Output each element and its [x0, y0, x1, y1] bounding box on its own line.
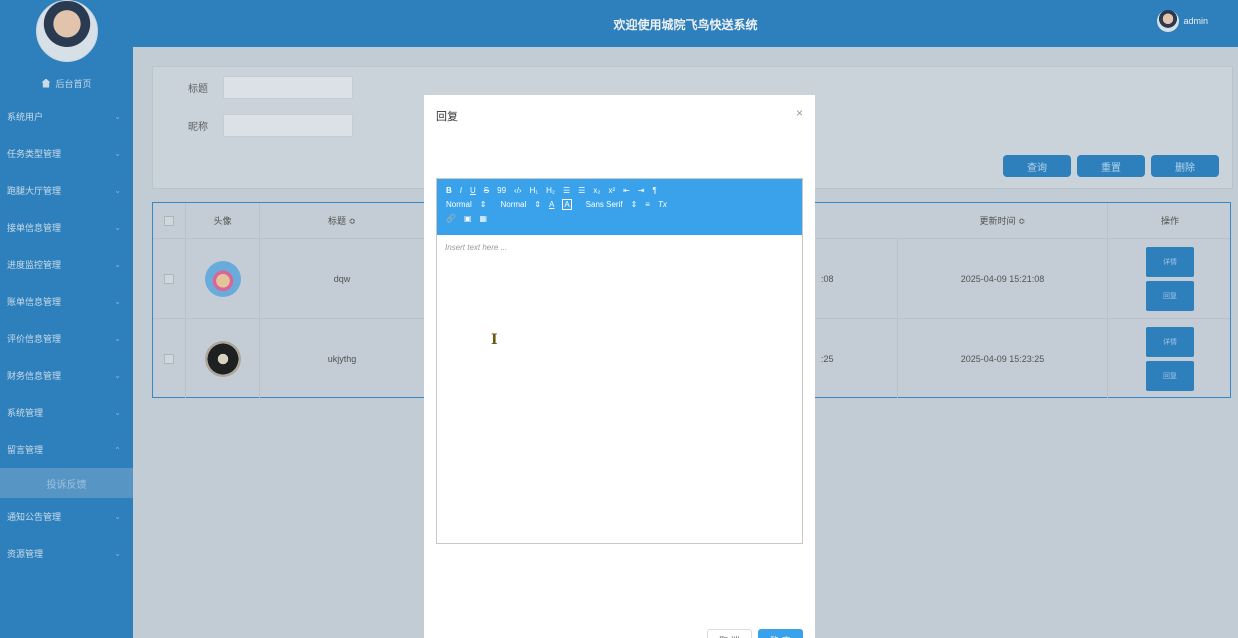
italic-icon[interactable]: I	[460, 186, 462, 195]
outdent-icon[interactable]: ⇤	[623, 186, 630, 195]
chevron-updown-icon: ⇕	[630, 199, 638, 209]
editor-placeholder: Insert text here ...	[445, 243, 508, 252]
blockquote-icon[interactable]: 99	[497, 186, 506, 195]
code-icon[interactable]: ‹/›	[514, 186, 522, 195]
align-icon[interactable]: ≡	[645, 200, 650, 209]
bullet-list-icon[interactable]: ☰	[578, 186, 585, 195]
text-color-icon[interactable]: A	[549, 200, 554, 209]
dialog-title: 回复	[436, 111, 458, 123]
link-icon[interactable]: 🔗	[446, 214, 456, 223]
chevron-updown-icon: ⇕	[534, 199, 541, 209]
close-icon[interactable]: ×	[796, 106, 803, 120]
clear-format-icon[interactable]: Tx	[658, 200, 667, 209]
toolbar-row-3: 🔗 ▣ ▦	[446, 211, 793, 225]
subscript-icon[interactable]: x₂	[593, 186, 600, 195]
toolbar-row-2: Normal ⇕ Normal ⇕ A A Sans Serif ⇕ ≡ Tx	[446, 197, 793, 211]
chevron-updown-icon: ⇕	[479, 199, 487, 209]
editor-toolbar: B I U S 99 ‹/› H₁ H₂ ☰ ☰ x₂ x² ⇤ ⇥ ¶ Nor…	[437, 179, 802, 235]
text-cursor-icon: I	[491, 332, 498, 348]
reply-dialog: 回复 × B I U S 99 ‹/› H₁ H₂ ☰ ☰ x₂ x² ⇤ ⇥ …	[424, 95, 815, 638]
font-select[interactable]: Sans Serif	[586, 200, 623, 209]
toolbar-row-1: B I U S 99 ‹/› H₁ H₂ ☰ ☰ x₂ x² ⇤ ⇥ ¶	[446, 183, 793, 197]
superscript-icon[interactable]: x²	[608, 186, 615, 195]
text-direction-icon[interactable]: ¶	[653, 186, 657, 195]
indent-icon[interactable]: ⇥	[638, 186, 645, 195]
cancel-button[interactable]: 取 消	[707, 629, 752, 638]
h1-icon[interactable]: H₁	[530, 186, 538, 195]
underline-icon[interactable]: U	[470, 186, 476, 195]
h2-icon[interactable]: H₂	[546, 186, 555, 195]
background-color-icon[interactable]: A	[562, 198, 572, 210]
rich-text-editor: B I U S 99 ‹/› H₁ H₂ ☰ ☰ x₂ x² ⇤ ⇥ ¶ Nor…	[436, 178, 803, 544]
image-icon[interactable]: ▣	[464, 214, 472, 223]
confirm-button[interactable]: 确 定	[758, 629, 803, 638]
editor-content[interactable]: Insert text here ...	[445, 243, 507, 252]
strike-icon[interactable]: S	[484, 186, 489, 195]
ordered-list-icon[interactable]: ☰	[563, 186, 570, 195]
bold-icon[interactable]: B	[446, 186, 452, 195]
size-select[interactable]: Normal	[446, 200, 472, 209]
header-select[interactable]: Normal	[500, 200, 526, 209]
video-icon[interactable]: ▦	[480, 214, 488, 223]
